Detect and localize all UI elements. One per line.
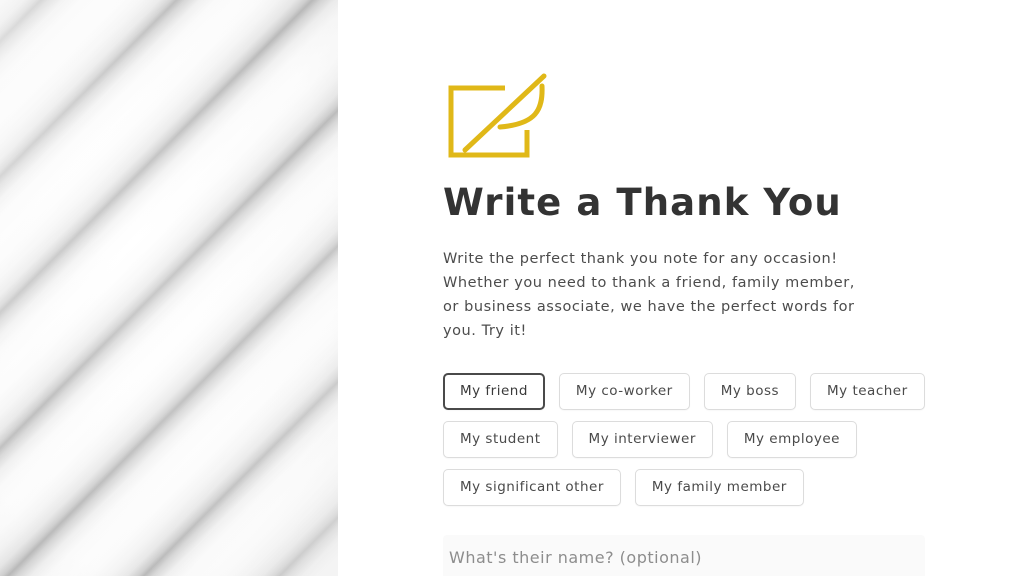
- recipient-option-my-boss[interactable]: My boss: [703, 372, 797, 410]
- recipient-option-my-family-member[interactable]: My family member: [634, 468, 804, 506]
- recipient-option-group: My friend My co-worker My boss My teache…: [443, 372, 943, 506]
- thank-you-note-generator-page: Write a Thank You Write the perfect than…: [0, 0, 1024, 576]
- recipient-option-my-interviewer[interactable]: My interviewer: [571, 420, 713, 458]
- recipient-option-my-teacher[interactable]: My teacher: [810, 372, 925, 410]
- recipient-option-row-1: My friend My co-worker My boss My teache…: [443, 372, 943, 410]
- recipient-option-my-student[interactable]: My student: [443, 420, 558, 458]
- write-note-quill-icon: [448, 73, 547, 158]
- recipient-option-row-2: My student My interviewer My employee: [443, 420, 943, 458]
- recipient-name-input[interactable]: [443, 534, 925, 576]
- recipient-option-my-friend[interactable]: My friend: [443, 372, 545, 410]
- recipient-option-my-co-worker[interactable]: My co-worker: [558, 372, 690, 410]
- main-content-panel: Write a Thank You Write the perfect than…: [338, 0, 1024, 576]
- recipient-option-my-significant-other[interactable]: My significant other: [443, 468, 621, 506]
- content-column: Write a Thank You Write the perfect than…: [443, 0, 943, 576]
- recipient-option-my-employee[interactable]: My employee: [726, 420, 857, 458]
- recipient-option-row-3: My significant other My family member: [443, 468, 943, 506]
- hero-image-panel: [0, 0, 338, 576]
- page-title: Write a Thank You: [443, 181, 842, 224]
- ribbed-texture-pattern: [0, 0, 338, 576]
- page-description: Write the perfect thank you note for any…: [443, 250, 855, 340]
